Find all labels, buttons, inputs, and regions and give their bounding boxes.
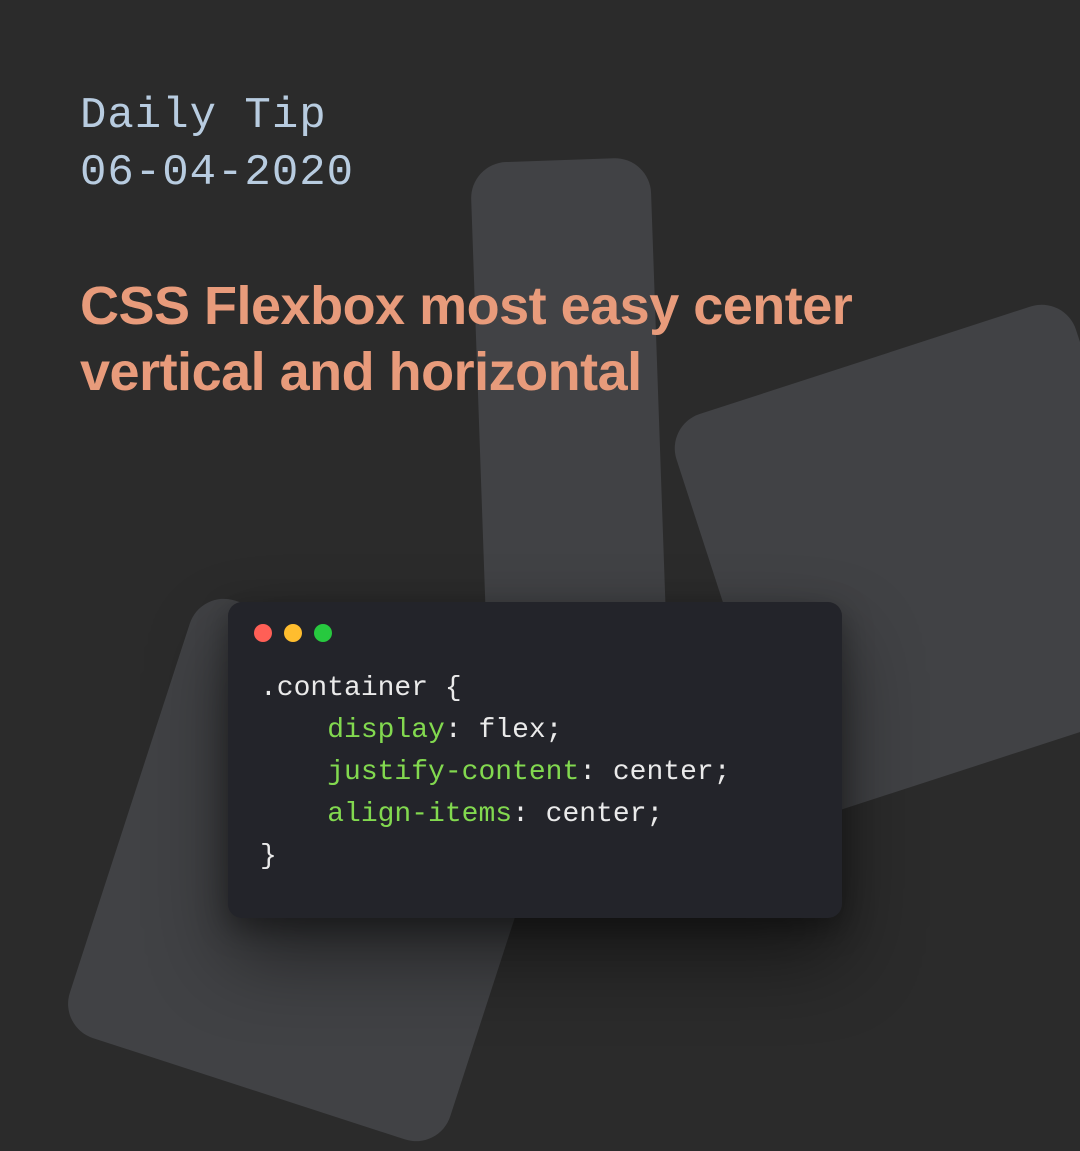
code-indent <box>260 799 327 830</box>
code-open-brace: { <box>445 673 462 704</box>
content-area: Daily Tip 06-04-2020 CSS Flexbox most ea… <box>0 0 1080 494</box>
code-property: justify-content <box>327 757 579 788</box>
code-semicolon: ; <box>647 799 664 830</box>
code-property: display <box>327 715 445 746</box>
code-indent <box>260 715 327 746</box>
code-colon: : <box>579 757 596 788</box>
code-value: center <box>529 799 647 830</box>
code-semicolon: ; <box>546 715 563 746</box>
code-window: .container { display: flex; justify-cont… <box>228 602 842 918</box>
header-block: Daily Tip 06-04-2020 <box>80 88 1000 202</box>
code-property: align-items <box>327 799 512 830</box>
code-indent <box>260 757 327 788</box>
code-selector: .container <box>260 673 428 704</box>
code-value: flex <box>462 715 546 746</box>
maximize-icon <box>314 624 332 642</box>
window-traffic-lights <box>228 602 842 652</box>
code-block: .container { display: flex; justify-cont… <box>228 652 842 918</box>
header-label: Daily Tip <box>80 88 1000 145</box>
code-colon: : <box>512 799 529 830</box>
code-value: center <box>596 757 714 788</box>
tip-title: CSS Flexbox most easy center vertical an… <box>80 274 1000 406</box>
code-close-brace: } <box>260 841 277 872</box>
header-date: 06-04-2020 <box>80 145 1000 202</box>
code-colon: : <box>445 715 462 746</box>
code-semicolon: ; <box>714 757 731 788</box>
minimize-icon <box>284 624 302 642</box>
close-icon <box>254 624 272 642</box>
